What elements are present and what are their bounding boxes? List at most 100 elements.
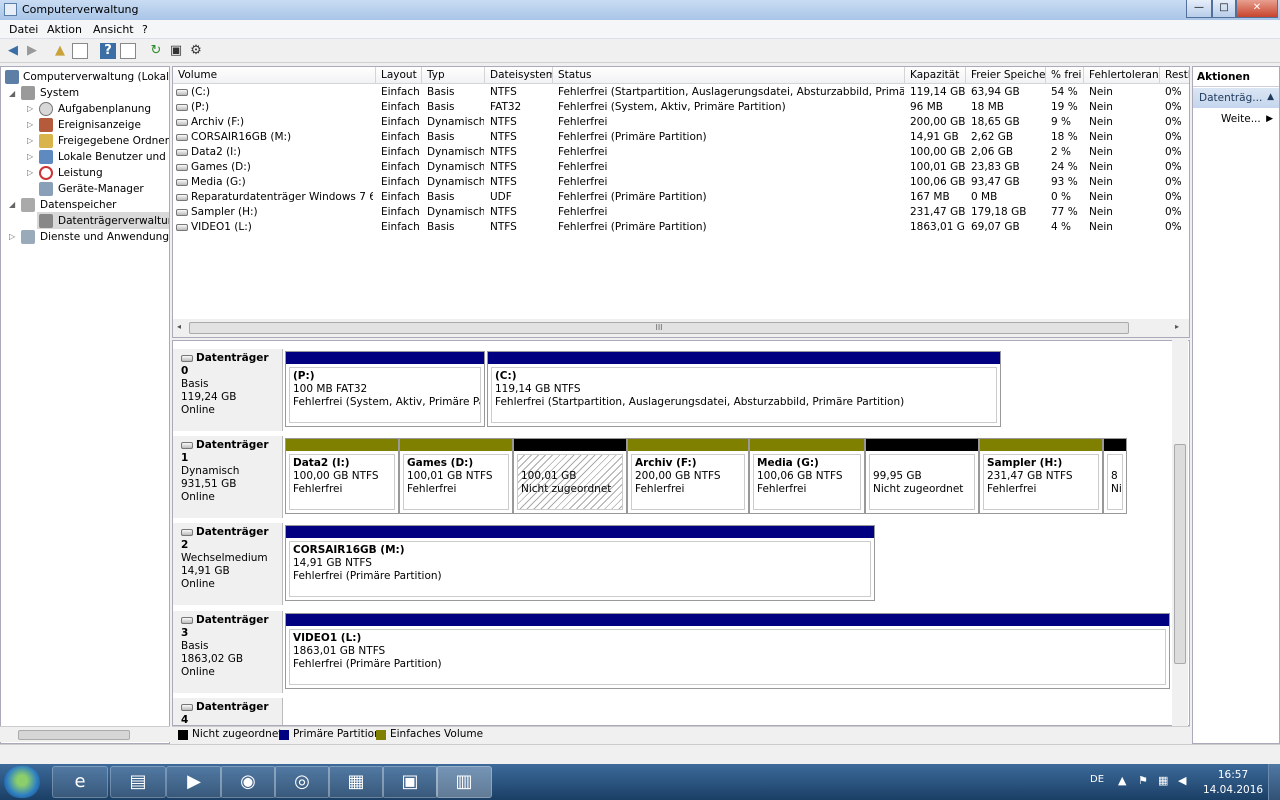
disk-view-scrollbar[interactable] [1172, 340, 1188, 726]
tree-item-geraete-manager[interactable]: Geräte-Manager [58, 181, 144, 197]
back-arrow-icon[interactable]: ◀ [5, 43, 21, 59]
column-header[interactable]: Layout [376, 67, 422, 84]
scroll-left-icon[interactable]: ◂ [177, 322, 181, 331]
table-row[interactable]: Media (G:) Einfach Dynamisch NTFS Fehlerfrei… [173, 175, 1189, 190]
chrome-icon[interactable]: ◉ [220, 766, 276, 798]
column-header[interactable]: Typ [422, 67, 485, 84]
partition-block[interactable]: CORSAIR16GB (M:) 14,91 GB NTFS Fehlerfrei … [285, 525, 875, 601]
maximize-button[interactable]: □ [1212, 0, 1236, 18]
disk-info[interactable]: Datenträger 0 Basis 119,24 GB Online [173, 349, 283, 431]
close-button[interactable]: ✕ [1236, 0, 1278, 18]
partition-block[interactable]: 8 I Ni [1103, 438, 1127, 514]
volume-list-scrollbar[interactable]: ◂ III ▸ [173, 319, 1189, 337]
up-folder-icon[interactable]: ▲ [52, 43, 68, 59]
minimize-button[interactable]: — [1186, 0, 1212, 18]
partition-block[interactable]: 100,01 GB Nicht zugeordnet [513, 438, 627, 514]
network-icon[interactable]: ◎ [274, 766, 330, 798]
tree-item-ereignisanzeige[interactable]: Ereignisanzeige [58, 117, 141, 133]
partition-block[interactable]: Games (D:) 100,01 GB NTFS Fehlerfrei [399, 438, 513, 514]
show-hide-tree-icon[interactable] [72, 43, 88, 59]
scroll-thumb[interactable] [18, 730, 130, 740]
clock-date[interactable]: 14.04.2016 [1200, 784, 1266, 796]
column-header[interactable]: Status [553, 67, 905, 84]
tree-item-lokale-benutzer[interactable]: Lokale Benutzer und Gruppen [58, 149, 169, 165]
computer-management-taskbar-icon[interactable]: ▥ [436, 766, 492, 798]
actions-more-item[interactable]: Weite... ▶ [1193, 111, 1279, 129]
collapsed-arrow-icon[interactable]: ▷ [27, 104, 33, 113]
partition-block[interactable]: Media (G:) 100,06 GB NTFS Fehlerfrei [749, 438, 865, 514]
column-header[interactable]: Dateisystem [485, 67, 553, 84]
tree-horizontal-scrollbar[interactable] [0, 726, 170, 742]
network-tray-icon[interactable]: ▦ [1158, 774, 1168, 787]
table-row[interactable]: (C:) Einfach Basis NTFS Fehlerfrei (Startpar… [173, 85, 1189, 100]
partition-block[interactable]: (P:) 100 MB FAT32 Fehlerfrei (System, Akti… [285, 351, 485, 427]
disk-info[interactable]: Datenträger 2 Wechselmedium 14,91 GB Online [173, 523, 283, 605]
help-icon[interactable]: ? [100, 43, 116, 59]
disk-info[interactable]: Datenträger 3 Basis 1863,02 GB Online [173, 611, 283, 693]
disk-info[interactable]: Datenträger 4Wechselmedium (N [173, 698, 283, 725]
column-header[interactable]: % frei [1046, 67, 1084, 84]
volume-tray-icon[interactable]: ◀ [1178, 774, 1186, 787]
collapsed-arrow-icon[interactable]: ▷ [27, 168, 33, 177]
table-row[interactable]: (P:) Einfach Basis FAT32 Fehlerfrei (System,… [173, 100, 1189, 115]
tree-item-datentraegerverwaltung[interactable]: Datenträgerverwaltung [58, 213, 169, 229]
collapsed-arrow-icon[interactable]: ▷ [27, 120, 33, 129]
tree-item-root[interactable]: Computerverwaltung (Lokal) [23, 69, 169, 85]
properties-icon[interactable] [120, 43, 136, 59]
forward-arrow-icon[interactable]: ▶ [24, 43, 40, 59]
collapse-up-icon[interactable]: ▲ [1267, 92, 1274, 102]
disk-info[interactable]: Datenträger 1 Dynamisch 931,51 GB Online [173, 436, 283, 518]
column-header[interactable]: Kapazität [905, 67, 966, 84]
tree-item-datenspeicher[interactable]: Datenspeicher [40, 197, 116, 213]
table-row[interactable]: VIDEO1 (L:) Einfach Basis NTFS Fehlerfrei (P… [173, 220, 1189, 235]
partition-block[interactable]: 99,95 GB Nicht zugeordnet [865, 438, 979, 514]
partition-block[interactable]: VIDEO1 (L:) 1863,01 GB NTFS Fehlerfrei (Pr… [285, 613, 1170, 689]
menu-datei[interactable]: Datei [9, 23, 38, 36]
table-row[interactable]: Games (D:) Einfach Dynamisch NTFS Fehlerfrei… [173, 160, 1189, 175]
scroll-thumb[interactable]: III [189, 322, 1129, 334]
collapsed-arrow-icon[interactable]: ▷ [27, 152, 33, 161]
table-row[interactable]: Reparaturdatenträger Windows 7 6 (K:) Ein… [173, 190, 1189, 205]
collapsed-arrow-icon[interactable]: ▷ [27, 136, 33, 145]
column-header[interactable]: Volume [173, 67, 376, 84]
clock-time[interactable]: 16:57 [1208, 769, 1258, 781]
tree-item-leistung[interactable]: Leistung [58, 165, 103, 181]
refresh-icon[interactable]: ↻ [148, 43, 164, 59]
scroll-thumb[interactable] [1174, 444, 1186, 664]
export-icon[interactable]: ▣ [168, 43, 184, 59]
partition-block[interactable]: Archiv (F:) 200,00 GB NTFS Fehlerfrei [627, 438, 749, 514]
column-header[interactable]: Fehlertoleranz [1084, 67, 1160, 84]
file-explorer-icon[interactable]: ▤ [110, 766, 166, 798]
partition-block[interactable]: Data2 (I:) 100,00 GB NTFS Fehlerfrei [285, 438, 399, 514]
partition-block[interactable]: (C:) 119,14 GB NTFS Fehlerfrei (Startparti… [487, 351, 1001, 427]
input-language-indicator[interactable]: DE [1090, 774, 1104, 785]
collapsed-arrow-icon[interactable]: ▷ [9, 232, 15, 241]
tree-item-system[interactable]: System [40, 85, 79, 101]
partition-block[interactable]: Sampler (H:) 231,47 GB NTFS Fehlerfrei [979, 438, 1103, 514]
remote-desktop-icon[interactable]: ▣ [382, 766, 438, 798]
settings-icon[interactable]: ⚙ [188, 43, 204, 59]
internet-explorer-icon[interactable]: e [52, 766, 108, 798]
media-player-icon[interactable]: ▶ [166, 766, 222, 798]
tree-item-aufgabenplanung[interactable]: Aufgabenplanung [58, 101, 151, 117]
menu-aktion[interactable]: Aktion [47, 23, 82, 36]
tree-item-dienste[interactable]: Dienste und Anwendungen [40, 229, 169, 245]
windows-start-button[interactable] [4, 766, 40, 798]
action-center-flag-icon[interactable]: ⚑ [1138, 774, 1148, 787]
scroll-right-icon[interactable]: ▸ [1175, 322, 1179, 331]
menu-help[interactable]: ? [142, 23, 148, 36]
control-panel-icon[interactable]: ▦ [328, 766, 384, 798]
tray-expand-icon[interactable]: ▲ [1118, 774, 1126, 787]
column-header[interactable]: Freier Speicher [966, 67, 1046, 84]
table-row[interactable]: Data2 (I:) Einfach Dynamisch NTFS Fehlerfrei… [173, 145, 1189, 160]
actions-datentraeger-item[interactable]: Datenträg... ▲ [1193, 88, 1279, 108]
table-row[interactable]: Archiv (F:) Einfach Dynamisch NTFS Fehlerfre… [173, 115, 1189, 130]
tree-item-freigegebene-ordner[interactable]: Freigegebene Ordner [58, 133, 169, 149]
menu-ansicht[interactable]: Ansicht [93, 23, 134, 36]
table-row[interactable]: CORSAIR16GB (M:) Einfach Basis NTFS Fehlerfr… [173, 130, 1189, 145]
column-header[interactable]: Restk [1160, 67, 1189, 84]
table-row[interactable]: Sampler (H:) Einfach Dynamisch NTFS Fehlerfr… [173, 205, 1189, 220]
show-desktop-button[interactable] [1268, 764, 1280, 800]
expand-arrow-icon[interactable]: ◢ [9, 89, 15, 98]
expand-arrow-icon[interactable]: ◢ [9, 200, 15, 209]
